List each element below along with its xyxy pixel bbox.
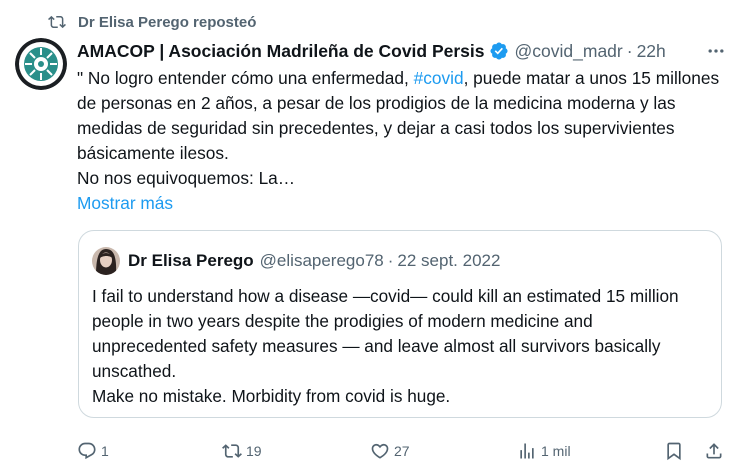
heart-icon xyxy=(371,443,389,459)
reply-count: 1 xyxy=(101,443,109,459)
more-options-icon xyxy=(708,49,724,53)
tweet-header: AMACOP | Asociación Madrileña de Covid P… xyxy=(77,38,732,64)
quoted-text-line1: I fail to understand how a disease —covi… xyxy=(92,286,679,381)
quoted-author-avatar[interactable] xyxy=(92,247,120,275)
avatar-photo-icon xyxy=(92,247,120,275)
author-avatar[interactable] xyxy=(15,38,67,90)
retweet-count: 19 xyxy=(246,443,262,459)
author-handle[interactable]: @covid_madr xyxy=(515,41,623,62)
quoted-author-handle: @elisaperego78 xyxy=(259,251,384,270)
reply-icon xyxy=(78,442,96,460)
quoted-text-line2: Make no mistake. Morbidity from covid is… xyxy=(92,386,451,406)
quoted-tweet-date: 22 sept. 2022 xyxy=(397,251,501,270)
quoted-author-name: Dr Elisa Perego xyxy=(128,251,254,270)
hashtag-link[interactable]: #covid xyxy=(414,68,464,88)
tweet-actions-bar: 1 19 27 1 mil xyxy=(77,436,727,466)
share-icon xyxy=(706,443,722,459)
repost-indicator[interactable]: Dr Elisa Perego reposteó xyxy=(48,10,256,34)
retweet-icon xyxy=(222,444,242,458)
repost-label: Dr Elisa Perego reposteó xyxy=(78,13,257,31)
share-button[interactable] xyxy=(704,436,724,466)
views-chart-icon xyxy=(520,443,534,459)
reply-button[interactable]: 1 xyxy=(77,436,109,466)
tweet-text-part1: " No logro entender cómo una enfermedad, xyxy=(77,68,414,88)
bookmark-icon xyxy=(667,442,681,461)
quoted-tweet-card[interactable]: Dr Elisa Perego @elisaperego78 · 22 sept… xyxy=(78,230,722,418)
views-button[interactable]: 1 mil xyxy=(517,436,571,466)
show-more-link[interactable]: Mostrar más xyxy=(77,191,173,216)
tweet-text: " No logro entender cómo una enfermedad,… xyxy=(77,66,727,191)
like-count: 27 xyxy=(394,443,410,459)
repost-icon xyxy=(48,15,66,29)
like-button[interactable]: 27 xyxy=(370,436,410,466)
quoted-tweet-text: I fail to understand how a disease —covi… xyxy=(92,284,710,409)
views-count: 1 mil xyxy=(541,443,571,459)
bookmark-button[interactable] xyxy=(664,436,684,466)
org-logo-icon xyxy=(15,38,67,90)
author-name[interactable]: AMACOP | Asociación Madrileña de Covid P… xyxy=(77,41,485,62)
quoted-tweet-header: Dr Elisa Perego @elisaperego78 · 22 sept… xyxy=(92,247,500,275)
more-options-button[interactable] xyxy=(704,38,728,64)
retweet-button[interactable]: 19 xyxy=(222,436,262,466)
tweet-text-line2: No nos equivoquemos: La… xyxy=(77,168,296,188)
separator-dot: · xyxy=(626,40,633,61)
quoted-separator-dot: · xyxy=(387,251,394,270)
tweet-timestamp[interactable]: 22h xyxy=(637,41,666,62)
verified-badge-icon xyxy=(489,42,508,60)
